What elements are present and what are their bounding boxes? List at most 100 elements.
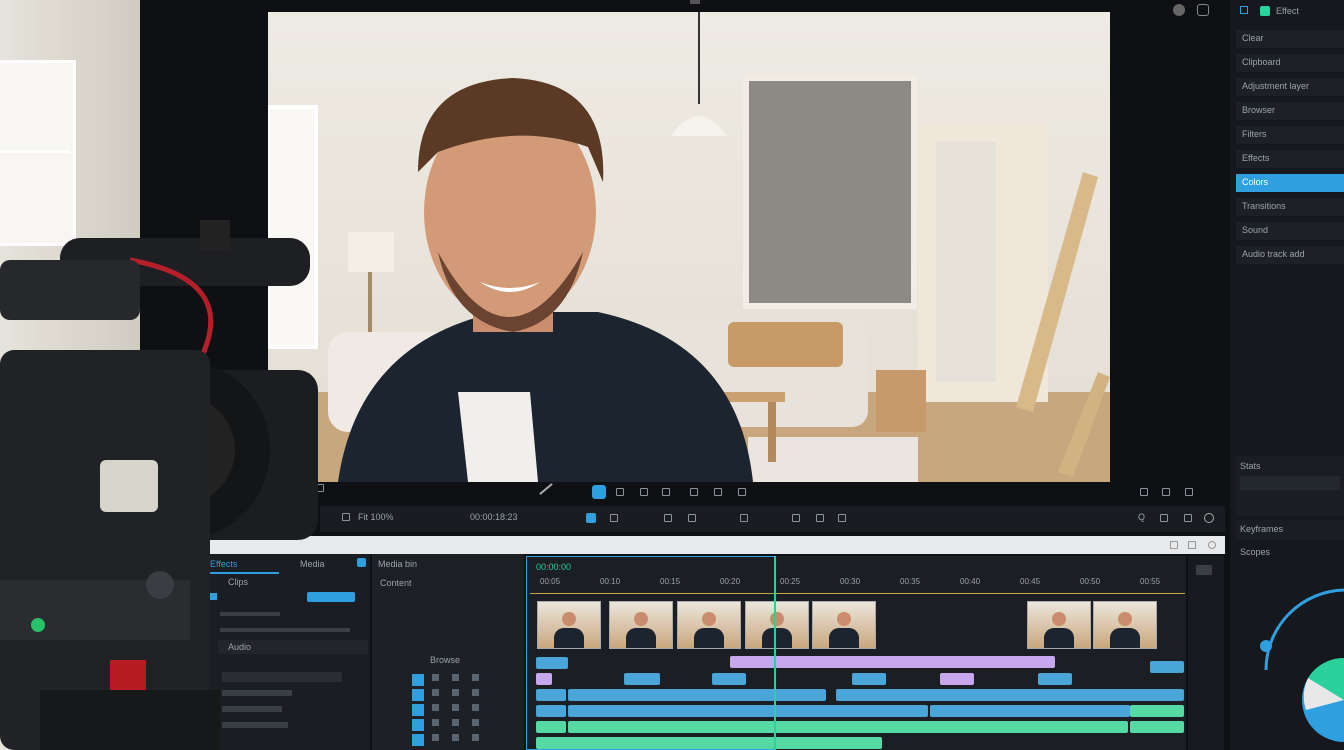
media-thumb[interactable] [472, 674, 479, 681]
crop-icon[interactable] [792, 514, 800, 522]
marker-icon[interactable] [738, 488, 746, 496]
text-tool-icon[interactable] [740, 514, 748, 522]
pause-icon[interactable] [616, 488, 624, 496]
info-icon[interactable] [1204, 513, 1214, 523]
video-clip-thumbnail[interactable] [609, 601, 673, 649]
media-thumb[interactable] [412, 674, 424, 686]
timeline-clip[interactable] [536, 737, 882, 749]
inspector-row-label: Colors [1242, 177, 1269, 187]
zoom-label[interactable]: Fit 100% [358, 512, 394, 522]
playhead[interactable] [774, 556, 776, 750]
timeline-clip[interactable] [568, 689, 762, 701]
zoom-icon[interactable] [342, 513, 350, 521]
video-preview[interactable] [268, 12, 1110, 482]
stop-icon[interactable] [640, 488, 648, 496]
timeline-clip[interactable] [536, 721, 566, 733]
add-icon[interactable] [357, 558, 366, 567]
cut-icon[interactable] [610, 514, 618, 522]
keyframe-icon[interactable] [816, 514, 824, 522]
thumbnail-subject [562, 612, 576, 626]
gear-icon[interactable] [1184, 514, 1192, 522]
inspector-row[interactable]: Audio track add [1236, 246, 1344, 264]
inspector-row[interactable]: Clear [1236, 30, 1344, 48]
media-thumb[interactable] [452, 719, 459, 726]
media-tab[interactable]: Media bin [378, 559, 417, 569]
fullscreen-icon[interactable] [1185, 488, 1193, 496]
video-clip-thumbnail[interactable] [1093, 601, 1157, 649]
media-thumb[interactable] [472, 719, 479, 726]
media-thumb[interactable] [412, 734, 424, 746]
timeline-clip[interactable] [536, 657, 568, 669]
timeline-clip[interactable] [930, 705, 1130, 717]
export-icon[interactable] [1162, 488, 1170, 496]
inspector-row[interactable]: Colors [1236, 174, 1344, 192]
close-icon[interactable] [1208, 541, 1216, 549]
quality-label[interactable]: Q [1138, 512, 1145, 522]
timeline-clip[interactable] [1038, 673, 1072, 685]
timeline-clip[interactable] [568, 705, 928, 717]
timeline-clip[interactable] [852, 673, 886, 685]
inspector-row[interactable]: Sound [1236, 222, 1344, 240]
video-clip-thumbnail[interactable] [812, 601, 876, 649]
media-thumb[interactable] [432, 734, 439, 741]
trim-icon[interactable] [664, 514, 672, 522]
inspector-row[interactable]: Browser [1236, 102, 1344, 120]
timeline-clip[interactable] [568, 721, 1128, 733]
media-thumb[interactable] [432, 674, 439, 681]
timeline-titlebar [200, 536, 1225, 554]
settings-icon[interactable] [1197, 4, 1209, 16]
step-back-icon[interactable] [662, 488, 670, 496]
inspector-icon[interactable] [1240, 6, 1248, 14]
video-clip-thumbnail[interactable] [537, 601, 601, 649]
audio-icon[interactable] [1160, 514, 1168, 522]
inspector-row[interactable]: Filters [1236, 126, 1344, 144]
video-clip-thumbnail[interactable] [677, 601, 741, 649]
media-thumb[interactable] [412, 689, 424, 701]
media-thumb[interactable] [432, 704, 439, 711]
maximize-icon[interactable] [1188, 541, 1196, 549]
camera-icon[interactable] [1140, 488, 1148, 496]
window [0, 60, 76, 246]
step-forward-icon[interactable] [690, 488, 698, 496]
media-thumb[interactable] [472, 704, 479, 711]
inspector-row[interactable]: Clipboard [1236, 54, 1344, 72]
media-thumb[interactable] [452, 704, 459, 711]
timeline-clip[interactable] [1150, 661, 1184, 673]
color-wheel-scope[interactable] [1236, 560, 1344, 750]
media-thumb[interactable] [472, 689, 479, 696]
media-thumb[interactable] [432, 689, 439, 696]
timeline-clip[interactable] [760, 689, 826, 701]
timeline-clip[interactable] [712, 673, 746, 685]
loop-icon[interactable] [714, 488, 722, 496]
user-avatar[interactable] [1173, 4, 1185, 16]
transform-icon[interactable] [838, 514, 846, 522]
timeline-clip[interactable] [940, 673, 974, 685]
minimize-icon[interactable] [1170, 541, 1178, 549]
play-icon[interactable] [592, 485, 606, 499]
slip-icon[interactable] [688, 514, 696, 522]
timeline-clip[interactable] [730, 656, 1055, 668]
video-clip-thumbnail[interactable] [1027, 601, 1091, 649]
timeline-clip[interactable] [836, 689, 1184, 701]
timeline-clip[interactable] [536, 689, 566, 701]
timeline-clip[interactable] [536, 705, 566, 717]
media-thumb[interactable] [452, 674, 459, 681]
timeline-clip[interactable] [1130, 721, 1184, 733]
stats-field[interactable] [1240, 476, 1340, 490]
media-thumb[interactable] [472, 734, 479, 741]
media-thumb[interactable] [412, 704, 424, 716]
inspector-row[interactable]: Transitions [1236, 198, 1344, 216]
timeline-clip[interactable] [536, 673, 552, 685]
video-clip-thumbnail[interactable] [745, 601, 809, 649]
media-thumb[interactable] [452, 734, 459, 741]
track-toggle[interactable] [1196, 565, 1212, 575]
inspector-row[interactable]: Effects [1236, 150, 1344, 168]
inspector-row[interactable]: Adjustment layer [1236, 78, 1344, 96]
media-thumb[interactable] [412, 719, 424, 731]
media-thumb[interactable] [452, 689, 459, 696]
timeline-ruler[interactable]: 00:05 00:10 00:15 00:20 00:25 00:30 00:35 00:40… [530, 575, 1185, 593]
select-tool-icon[interactable] [586, 513, 596, 523]
media-thumb[interactable] [432, 719, 439, 726]
timeline-clip[interactable] [624, 673, 660, 685]
timeline-clip[interactable] [1130, 705, 1184, 717]
